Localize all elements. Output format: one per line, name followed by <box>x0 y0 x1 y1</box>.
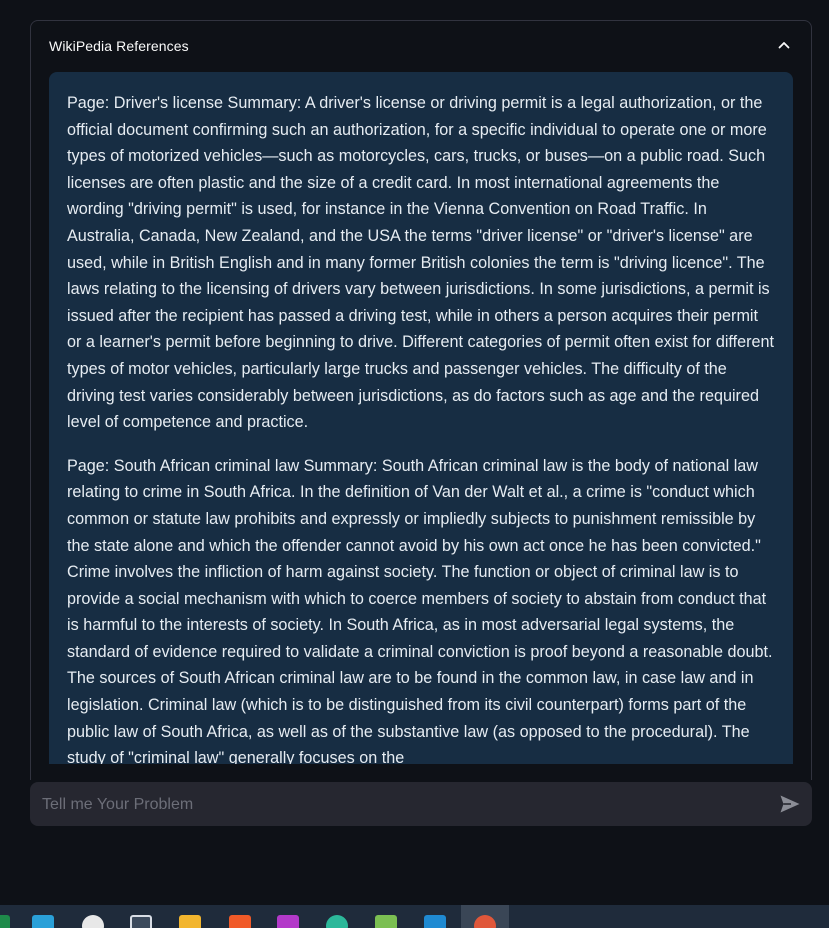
send-arrow-icon[interactable] <box>778 792 802 816</box>
virtualbox-icon[interactable] <box>130 915 152 928</box>
spreadsheet-app-icon[interactable] <box>0 915 10 928</box>
file-explorer-icon[interactable] <box>179 915 201 928</box>
wikipedia-references-expander: WikiPedia References Page: Driver's lice… <box>30 20 812 780</box>
brave-icon[interactable] <box>229 915 251 928</box>
references-text: Page: Driver's license Summary: A driver… <box>49 72 793 764</box>
expander-title: WikiPedia References <box>49 38 189 54</box>
reference-paragraph-drivers-license: Page: Driver's license Summary: A driver… <box>67 94 775 432</box>
vscode-icon[interactable] <box>424 915 446 928</box>
chat-input-bar <box>30 782 812 828</box>
windows-taskbar <box>0 905 829 928</box>
chevron-up-icon[interactable] <box>777 38 791 52</box>
edge-icon[interactable] <box>326 915 348 928</box>
paint-icon[interactable] <box>375 915 397 928</box>
chat-input[interactable] <box>40 782 764 828</box>
expander-header[interactable]: WikiPedia References <box>31 21 811 71</box>
reference-paragraph-criminal-law: Page: South African criminal law Summary… <box>67 456 773 764</box>
chrome-icon[interactable] <box>82 915 104 928</box>
intellij-icon[interactable] <box>277 915 299 928</box>
references-content-box: Page: Driver's license Summary: A driver… <box>49 72 793 764</box>
notes-app-icon[interactable] <box>32 915 54 928</box>
